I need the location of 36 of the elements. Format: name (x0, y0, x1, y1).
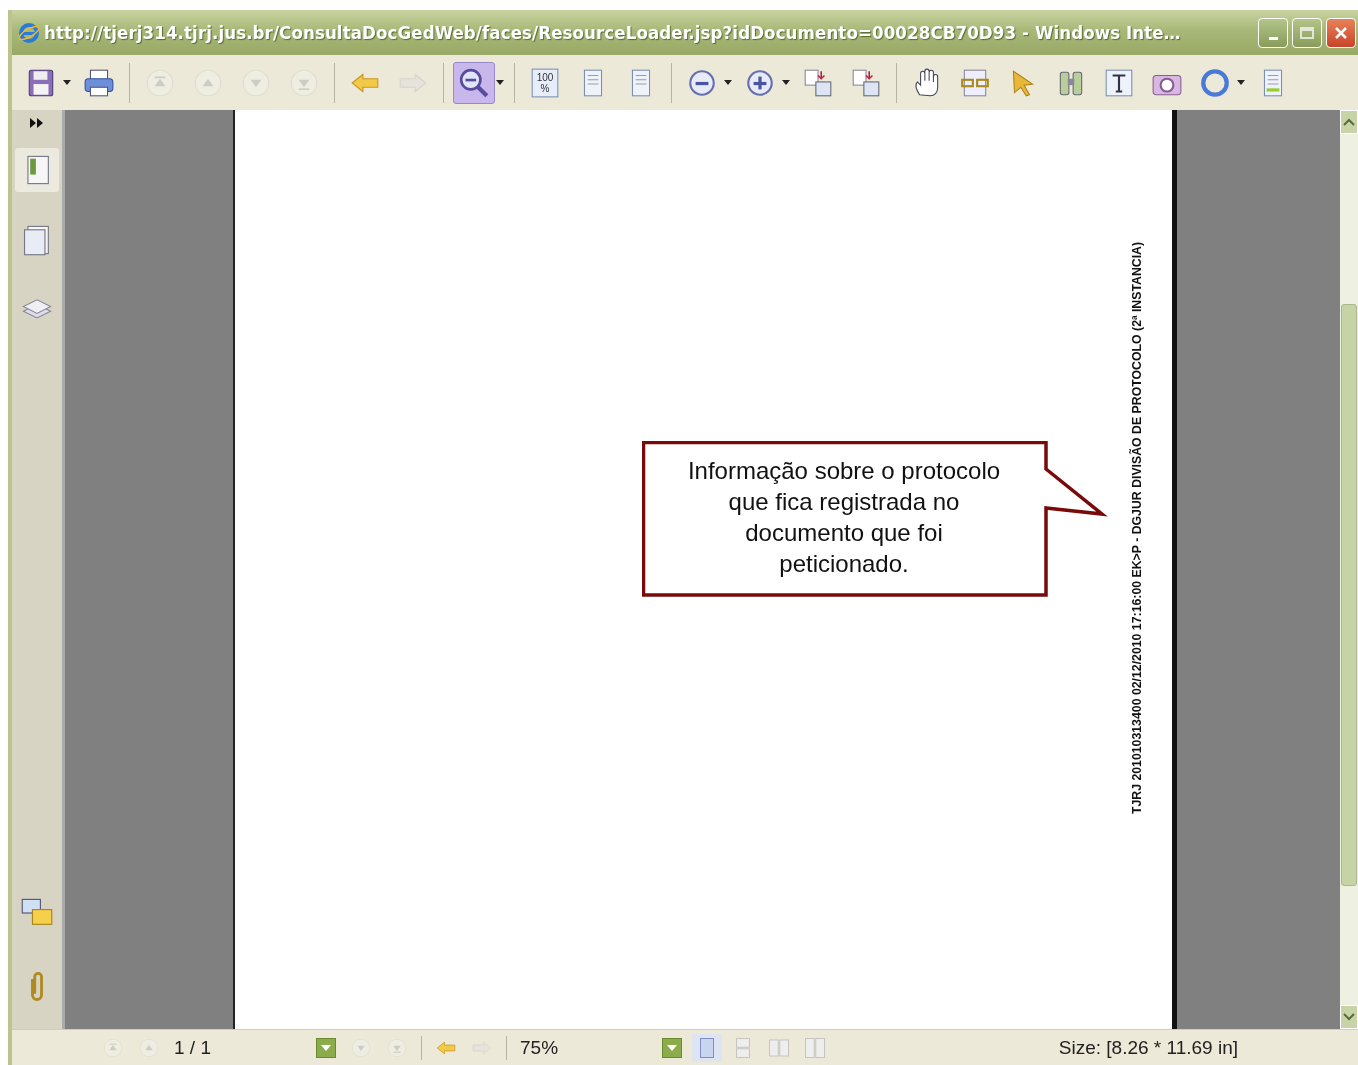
caret-icon (667, 1044, 677, 1051)
previous-page-icon (138, 1036, 160, 1059)
scroll-up-button[interactable] (1340, 110, 1358, 134)
close-icon (1333, 24, 1349, 41)
minimize-button[interactable] (1258, 17, 1288, 48)
zoom-field[interactable]: 75% (516, 1035, 656, 1060)
window-title: http://tjerj314.tjrj.jus.br/ConsultaDocGedWeb/faces/ResourceLoader.jsp?idDocumento=00028CB70D93 - Windows Inte… (44, 22, 1182, 43)
circle-icon (1199, 66, 1231, 99)
close-button[interactable] (1326, 17, 1356, 48)
scrollbar[interactable] (1340, 110, 1358, 1029)
columns-icon (803, 1035, 827, 1060)
caret-icon (496, 80, 504, 85)
page-size-label: Size: [8.26 * 11.69 in] (1058, 1036, 1238, 1059)
next-page-icon (350, 1036, 372, 1059)
protocol-text: TJRJ 201010313400 02/12/2010 17:16:00 EK>P - DGJUR DIVISÃO DE PROTOCOLO (2ª INSTANCIA) (1130, 241, 1144, 814)
caret-icon (724, 80, 732, 85)
double-arrow-icon (30, 118, 44, 128)
caret-icon (1237, 80, 1245, 85)
actual-size-icon (529, 66, 561, 99)
chevron-down-icon (1343, 1013, 1355, 1021)
actual-size-button[interactable]: 100 % (524, 61, 566, 104)
caret-icon (321, 1044, 331, 1051)
caret-icon (782, 80, 790, 85)
bookmarks-tab[interactable] (15, 148, 59, 192)
browser-icon (18, 21, 40, 44)
chevron-up-icon (1343, 118, 1355, 126)
zoom-icon (458, 66, 490, 99)
last-page-icon (386, 1036, 408, 1059)
page-number-field[interactable]: 1 / 1 (170, 1035, 310, 1060)
caret-icon (63, 80, 71, 85)
single-page-button[interactable] (692, 1033, 722, 1062)
first-page-icon (102, 1036, 124, 1059)
callout-text: Informação sobre o protocolo que fica registrada no documento que foi peticionado. (686, 456, 1002, 579)
zoom-button[interactable] (453, 61, 495, 104)
maximize-button[interactable] (1292, 17, 1322, 48)
scroll-down-button[interactable] (1340, 1005, 1358, 1029)
